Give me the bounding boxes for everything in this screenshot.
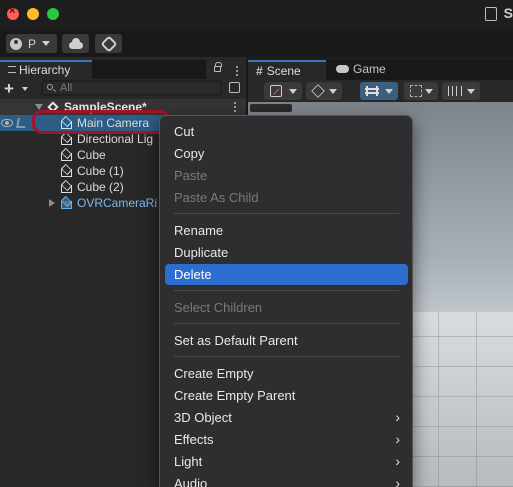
menu-separator <box>174 213 399 214</box>
chevron-right-icon: › <box>395 453 400 469</box>
tab-hierarchy[interactable]: Hierarchy <box>0 60 92 80</box>
menu-item-label: Audio <box>174 476 208 487</box>
overlay-handle[interactable] <box>250 104 292 112</box>
chevron-down-icon <box>425 89 433 94</box>
cloud-icon <box>68 37 83 49</box>
main-toolbar: P <box>0 29 513 57</box>
minimize-window-button[interactable] <box>27 8 39 20</box>
gameobject-icon <box>60 149 72 161</box>
cube-icon <box>311 84 325 98</box>
tree-item-label: Cube <box>77 148 106 162</box>
grid-icon <box>365 86 379 96</box>
tab-game[interactable]: Game <box>328 60 394 80</box>
menu-item-audio[interactable]: Audio › <box>165 473 408 487</box>
chevron-down-icon <box>385 89 393 94</box>
scene-grid-icon: # <box>256 64 263 78</box>
more-options-icon[interactable] <box>236 70 238 72</box>
pickable-hand-icon[interactable] <box>16 118 27 128</box>
close-window-button[interactable] <box>7 5 19 20</box>
menu-separator <box>174 323 399 324</box>
window-titlebar: S <box>0 0 513 29</box>
tree-item-label: Cube (2) <box>77 180 124 194</box>
chevron-right-icon: › <box>395 475 400 487</box>
menu-item-create-empty-parent[interactable]: Create Empty Parent <box>165 385 408 406</box>
tab-hierarchy-label: Hierarchy <box>19 63 71 77</box>
annotation-highlight-ring <box>32 110 170 134</box>
ruler-icon <box>448 86 462 96</box>
expand-arrow-icon[interactable] <box>49 199 55 207</box>
search-icon <box>47 84 53 90</box>
gameobject-icon <box>60 133 72 145</box>
gameobject-icon <box>60 181 72 193</box>
render-mode-dropdown[interactable] <box>306 82 342 100</box>
menu-item-3d-object[interactable]: 3D Object › <box>165 407 408 428</box>
menu-item-label: Effects <box>174 432 214 447</box>
tree-item-label: Cube (1) <box>77 164 124 178</box>
menu-item-set-default-parent[interactable]: Set as Default Parent <box>165 330 408 351</box>
collab-button[interactable] <box>95 34 122 53</box>
tab-scene-label: Scene <box>266 64 301 78</box>
scene-tabbar: # Scene Game <box>248 60 513 80</box>
scene-toolbar <box>248 80 513 102</box>
draw-mode-dropdown[interactable] <box>264 82 302 100</box>
hierarchy-search-row: + <box>0 79 246 98</box>
chevron-down-icon[interactable] <box>22 87 28 91</box>
hierarchy-search-input[interactable] <box>60 81 215 95</box>
context-menu: Cut Copy Paste Paste As Child Rename Dup… <box>159 115 413 487</box>
account-dropdown[interactable]: P <box>6 34 57 53</box>
grid-toggle[interactable] <box>360 82 398 100</box>
menu-item-label: 3D Object <box>174 410 232 425</box>
cloud-button[interactable] <box>62 34 89 53</box>
list-icon <box>8 66 16 73</box>
scene-visibility-icon[interactable] <box>229 82 240 93</box>
gamepad-icon <box>336 65 349 73</box>
menu-item-paste-as-child: Paste As Child <box>174 190 259 205</box>
account-label: P <box>28 36 37 51</box>
draw-mode-icon <box>270 85 282 97</box>
menu-item-effects[interactable]: Effects › <box>165 429 408 450</box>
zoom-window-button[interactable] <box>47 8 59 20</box>
hierarchy-tab-tools <box>206 60 246 80</box>
tree-item-label: OVRCameraRi <box>77 196 158 210</box>
menu-item-label: Light <box>174 454 203 469</box>
chevron-down-icon <box>42 41 51 46</box>
project-file-icon <box>485 7 497 21</box>
menu-item-light[interactable]: Light › <box>165 451 408 472</box>
chevron-down-icon <box>467 89 475 94</box>
gameobject-icon <box>60 165 72 177</box>
eye-icon[interactable] <box>1 119 13 127</box>
menu-item-delete[interactable]: Delete <box>165 264 408 285</box>
chevron-down-icon <box>329 89 337 94</box>
chevron-right-icon: › <box>395 409 400 425</box>
menu-item-duplicate[interactable]: Duplicate <box>165 242 408 263</box>
window-title: S <box>503 5 513 21</box>
scene-more-options-icon[interactable] <box>234 106 236 108</box>
menu-item-paste: Paste <box>174 168 208 183</box>
chevron-down-icon <box>289 89 297 94</box>
lock-icon[interactable] <box>214 62 222 72</box>
snap-icon <box>410 85 422 97</box>
snap-dropdown[interactable] <box>404 82 438 100</box>
hierarchy-search-field[interactable] <box>41 80 222 96</box>
chevron-right-icon: › <box>395 431 400 447</box>
collab-icon <box>100 35 117 52</box>
menu-item-copy[interactable]: Copy <box>165 143 408 164</box>
hierarchy-tabbar: Hierarchy <box>0 60 246 80</box>
tab-game-label: Game <box>353 62 386 76</box>
add-object-button[interactable]: + <box>4 80 14 97</box>
menu-item-create-empty[interactable]: Create Empty <box>165 363 408 384</box>
prefab-icon <box>60 197 72 209</box>
menu-item-rename[interactable]: Rename <box>165 220 408 241</box>
tab-scene[interactable]: # Scene <box>248 60 326 80</box>
menu-separator <box>174 290 399 291</box>
menu-separator <box>174 356 399 357</box>
account-avatar-icon <box>10 37 22 50</box>
increment-snap-dropdown[interactable] <box>442 82 480 100</box>
menu-item-select-children: Select Children <box>174 300 263 315</box>
menu-item-cut[interactable]: Cut <box>165 121 408 142</box>
